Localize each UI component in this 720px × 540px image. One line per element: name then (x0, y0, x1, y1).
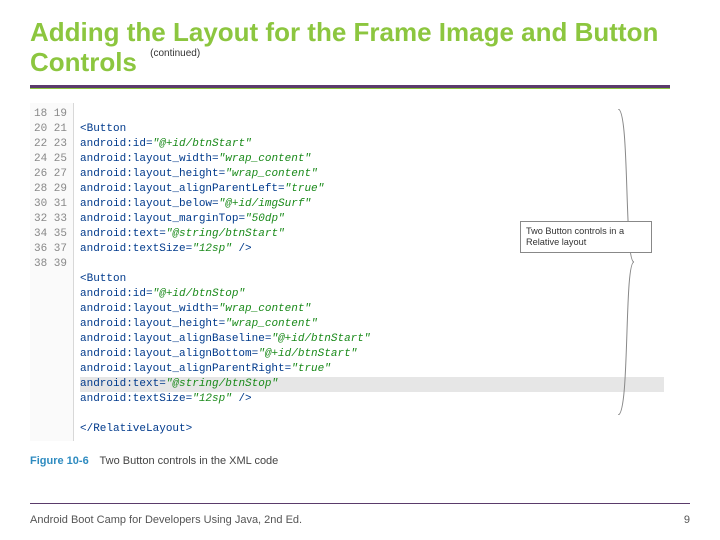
figure-number: Figure 10-6 (30, 455, 89, 467)
callout-text: Two Button controls in a Relative layout (526, 226, 624, 247)
code-block: <Button android:id="@+id/btnStart" andro… (74, 103, 670, 441)
callout-box: Two Button controls in a Relative layout (520, 221, 652, 253)
brace-icon (616, 109, 634, 415)
continued-label: (continued) (150, 48, 200, 59)
title-divider (30, 84, 670, 89)
figure-caption: Figure 10-6 Two Button controls in the X… (30, 455, 690, 467)
footer-left: Android Boot Camp for Developers Using J… (30, 514, 302, 526)
line-number-gutter: 18 19 20 21 22 23 24 25 26 27 28 29 30 3… (30, 103, 74, 441)
figure-caption-text: Two Button controls in the XML code (100, 455, 279, 467)
footer-divider (30, 503, 690, 504)
code-figure: 18 19 20 21 22 23 24 25 26 27 28 29 30 3… (30, 103, 670, 441)
page-number: 9 (684, 514, 690, 526)
footer: Android Boot Camp for Developers Using J… (30, 514, 690, 526)
page-title: Adding the Layout for the Frame Image an… (30, 18, 690, 78)
title-text: Adding the Layout for the Frame Image an… (30, 17, 658, 77)
